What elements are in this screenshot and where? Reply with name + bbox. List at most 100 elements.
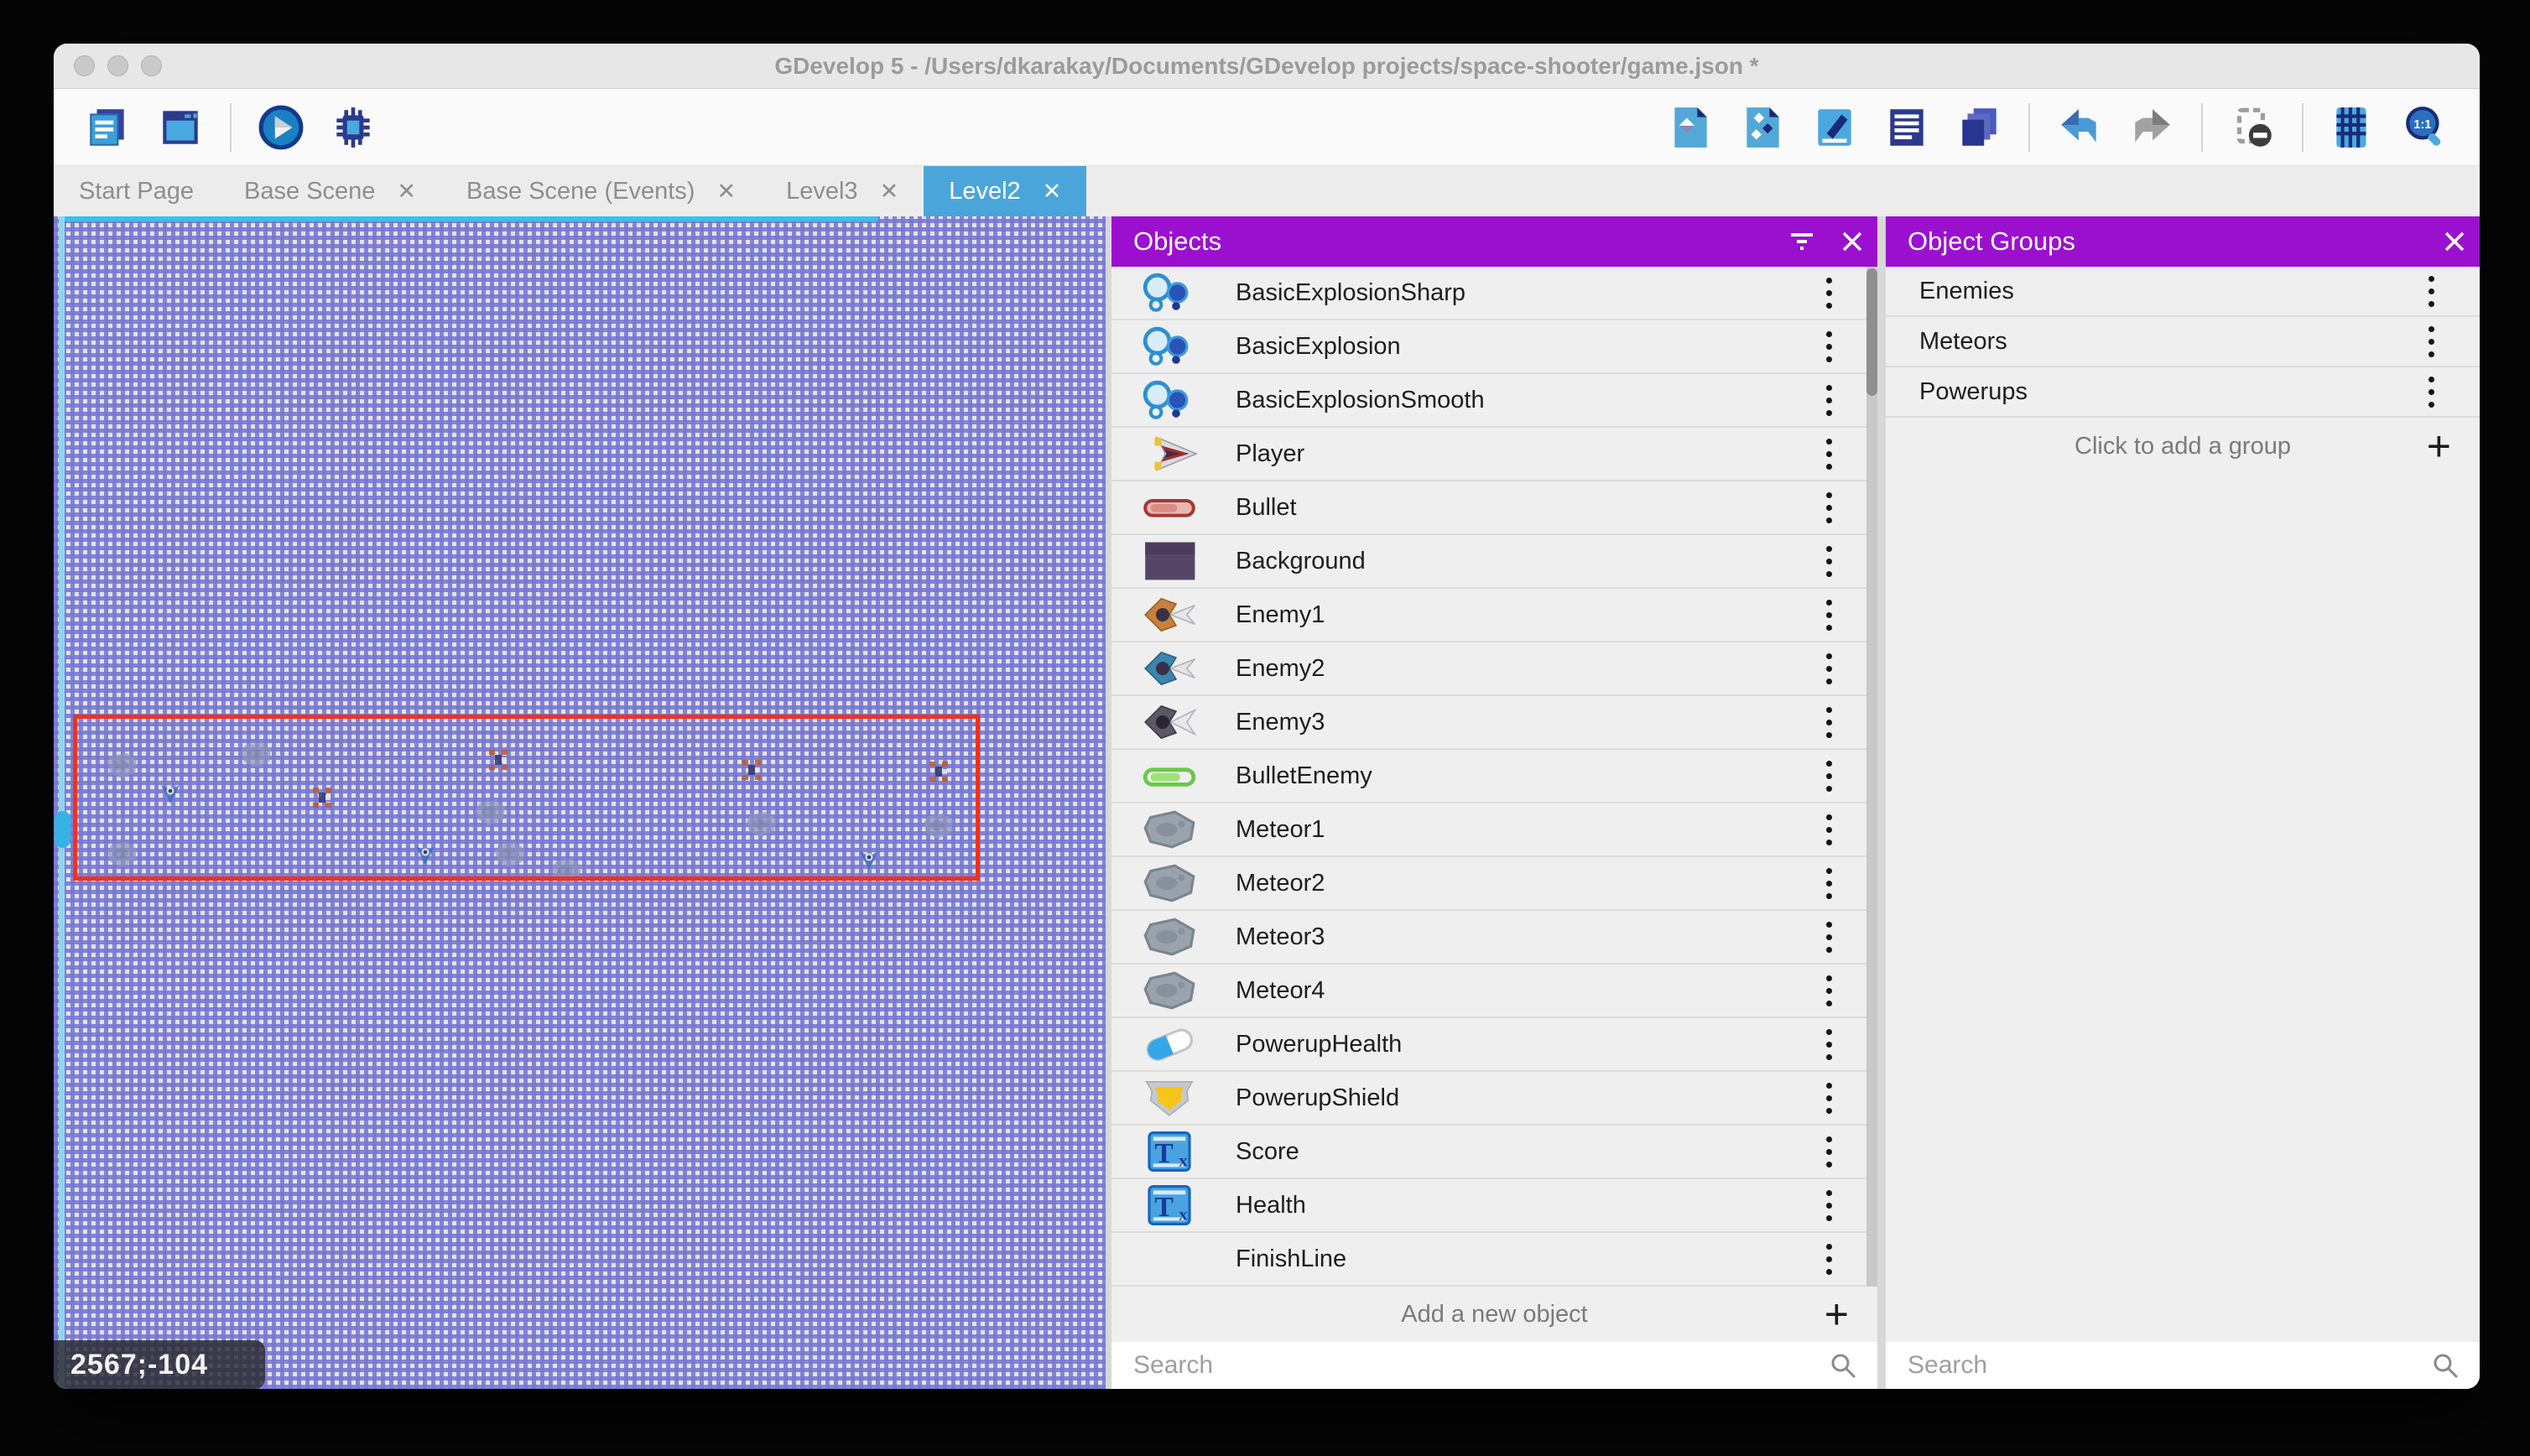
kebab-menu-icon[interactable] (1819, 325, 1839, 369)
filter-icon[interactable] (1777, 216, 1827, 267)
group-row-enemies[interactable]: Enemies (1886, 267, 2480, 317)
object-label: Health (1236, 1192, 1819, 1219)
main-toolbar: 1:1 (54, 89, 2480, 166)
kebab-menu-icon[interactable] (1819, 432, 1839, 476)
kebab-menu-icon[interactable] (1819, 1237, 1839, 1282)
tab-level2[interactable]: Level2 ✕ (924, 166, 1086, 216)
object-row-background[interactable]: Background (1111, 535, 1877, 589)
group-row-meteors[interactable]: Meteors (1886, 317, 2480, 367)
kebab-menu-icon[interactable] (1819, 593, 1839, 637)
close-groups-panel-icon[interactable] (2429, 216, 2480, 267)
scene-canvas[interactable]: 2567;-104 (54, 216, 1106, 1389)
tab-base-scene-events[interactable]: Base Scene (Events)✕ (441, 166, 761, 216)
kebab-menu-icon[interactable] (1819, 1022, 1839, 1067)
kebab-menu-icon[interactable] (1819, 1183, 1839, 1228)
scene-objects-icon[interactable] (1664, 101, 1716, 153)
kebab-menu-icon[interactable] (1819, 1130, 1839, 1174)
object-label: Enemy1 (1236, 601, 1819, 629)
object-row-meteor1[interactable]: Meteor1 (1111, 803, 1877, 857)
object-row-meteor4[interactable]: Meteor4 (1111, 965, 1877, 1018)
groups-search-input[interactable] (1886, 1351, 2480, 1380)
instances-mask-icon[interactable] (2226, 101, 2278, 153)
tab-start-page[interactable]: Start Page (54, 166, 219, 216)
kebab-menu-icon[interactable] (2422, 370, 2441, 414)
play-icon[interactable] (255, 101, 307, 153)
kebab-menu-icon[interactable] (2422, 320, 2441, 364)
tab-close-icon[interactable]: ✕ (716, 180, 736, 203)
toolbar-right: 1:1 (1654, 101, 2461, 153)
tab-label: Start Page (79, 178, 194, 205)
object-row-poweruphealth[interactable]: PowerupHealth (1111, 1018, 1877, 1072)
enemy-orange-thumbnail-icon (1132, 595, 1207, 635)
vertical-scroll-thumb[interactable] (55, 811, 70, 848)
player-ship-thumbnail-icon (1132, 434, 1207, 474)
scene-preview-window-icon[interactable] (154, 101, 206, 153)
object-row-player[interactable]: Player (1111, 428, 1877, 481)
object-row-enemy2[interactable]: Enemy2 (1111, 642, 1877, 696)
kebab-menu-icon[interactable] (1819, 754, 1839, 798)
object-row-health[interactable]: Tx Health (1111, 1179, 1877, 1233)
object-label: Score (1236, 1138, 1819, 1166)
title-bar: GDevelop 5 - /Users/dkarakay/Documents/G… (54, 44, 2480, 89)
object-row-score[interactable]: Tx Score (1111, 1126, 1877, 1179)
object-row-enemy1[interactable]: Enemy1 (1111, 589, 1877, 642)
redo-icon[interactable] (2126, 101, 2178, 153)
debug-icon[interactable] (327, 101, 379, 153)
object-row-basicexplosion[interactable]: BasicExplosion (1111, 320, 1877, 374)
objects-scrollbar[interactable] (1866, 267, 1877, 1287)
tab-close-icon[interactable]: ✕ (1043, 180, 1062, 203)
kebab-menu-icon[interactable] (1819, 700, 1839, 745)
kebab-menu-icon[interactable] (1819, 808, 1839, 852)
object-row-powerupshield[interactable]: PowerupShield (1111, 1072, 1877, 1126)
kebab-menu-icon[interactable] (1819, 647, 1839, 691)
object-row-meteor2[interactable]: Meteor2 (1111, 857, 1877, 911)
kebab-menu-icon[interactable] (1819, 539, 1839, 584)
kebab-menu-icon[interactable] (1819, 378, 1839, 423)
tab-close-icon[interactable]: ✕ (880, 180, 899, 203)
app-window: GDevelop 5 - /Users/dkarakay/Documents/G… (54, 44, 2480, 1389)
text-object-thumbnail-icon: Tx (1132, 1131, 1207, 1172)
undo-icon[interactable] (2054, 101, 2106, 153)
close-objects-panel-icon[interactable] (1827, 216, 1877, 267)
kebab-menu-icon[interactable] (1819, 1076, 1839, 1121)
object-groups-icon[interactable] (1736, 101, 1788, 153)
object-label: Meteor3 (1236, 923, 1819, 951)
objects-scrollbar-thumb[interactable] (1866, 268, 1877, 396)
group-row-powerups[interactable]: Powerups (1886, 367, 2480, 418)
kebab-menu-icon[interactable] (2422, 269, 2441, 314)
object-row-bullet[interactable]: Bullet (1111, 481, 1877, 535)
kebab-menu-icon[interactable] (1819, 486, 1839, 530)
zoom-one-to-one-icon[interactable]: 1:1 (2399, 101, 2451, 153)
tab-label: Level2 (949, 178, 1020, 205)
instances-list-icon[interactable] (1881, 101, 1933, 153)
kebab-menu-icon[interactable] (1819, 861, 1839, 906)
meteor-thumbnail-icon (1132, 970, 1207, 1011)
horizontal-scroll-indicator[interactable] (60, 216, 878, 221)
object-label: Enemy2 (1236, 655, 1819, 683)
objects-panel-header: Objects (1111, 216, 1877, 267)
project-manager-icon[interactable] (82, 101, 134, 153)
toolbar-divider (2302, 103, 2304, 152)
text-object-thumbnail-icon: Tx (1132, 1185, 1207, 1225)
vertical-scroll-track[interactable] (59, 216, 65, 1389)
add-object-button[interactable]: Add a new object + (1111, 1287, 1877, 1342)
search-icon (1829, 1351, 1857, 1384)
object-row-basicexplosionsmooth[interactable]: BasicExplosionSmooth (1111, 374, 1877, 428)
kebab-menu-icon[interactable] (1819, 969, 1839, 1013)
add-group-button[interactable]: Click to add a group + (1886, 418, 2480, 475)
object-row-bulletenemy[interactable]: BulletEnemy (1111, 750, 1877, 803)
tab-base-scene[interactable]: Base Scene✕ (219, 166, 441, 216)
kebab-menu-icon[interactable] (1819, 915, 1839, 959)
object-row-basicexplosionsharp[interactable]: BasicExplosionSharp (1111, 267, 1877, 320)
properties-icon[interactable] (1809, 101, 1861, 153)
layers-icon[interactable] (1953, 101, 2005, 153)
kebab-menu-icon[interactable] (1819, 271, 1839, 315)
object-row-meteor3[interactable]: Meteor3 (1111, 911, 1877, 965)
tab-close-icon[interactable]: ✕ (397, 180, 416, 203)
tab-level3[interactable]: Level3✕ (761, 166, 924, 216)
grid-icon[interactable] (2327, 101, 2379, 153)
object-row-enemy3[interactable]: Enemy3 (1111, 696, 1877, 750)
explosion-thumbnail-icon (1132, 380, 1207, 420)
objects-search-input[interactable] (1111, 1351, 1877, 1380)
object-row-finishline[interactable]: FinishLine (1111, 1233, 1877, 1287)
